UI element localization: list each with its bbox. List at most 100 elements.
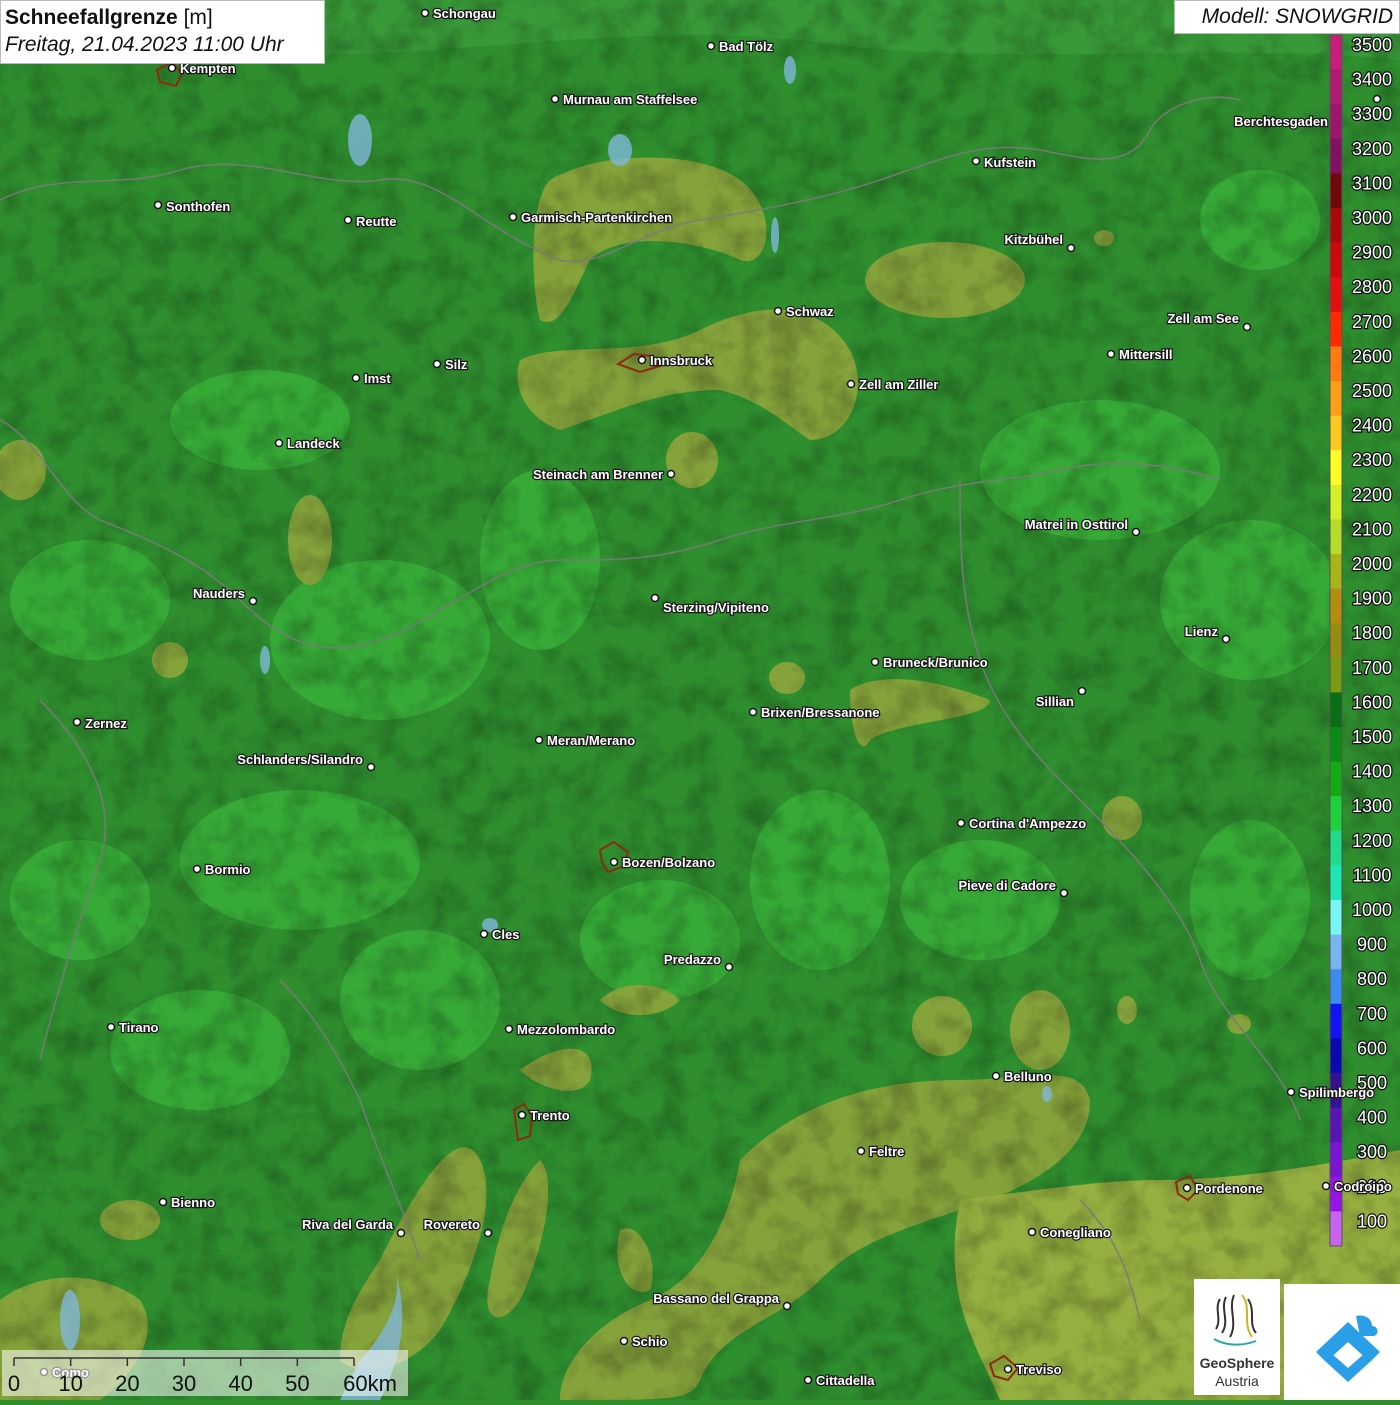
legend-label-800: 800: [1357, 969, 1387, 989]
city-label: Mittersill: [1119, 347, 1172, 362]
city-marker[interactable]: [1077, 686, 1087, 696]
city-marker[interactable]: [504, 1024, 514, 1034]
city-label: Bruneck/Brunico: [883, 655, 988, 670]
city-marker[interactable]: [351, 373, 361, 383]
legend-label-600: 600: [1357, 1038, 1387, 1058]
city-marker[interactable]: [724, 962, 734, 972]
geosphere-logo: GeoSphere Austria: [1194, 1279, 1280, 1395]
city-marker[interactable]: [870, 657, 880, 667]
city-label: Sonthofen: [166, 199, 230, 214]
city-label: Predazzo: [664, 952, 721, 967]
city-marker[interactable]: [517, 1110, 527, 1120]
city-marker[interactable]: [192, 864, 202, 874]
city-marker[interactable]: [396, 1228, 406, 1238]
city-marker[interactable]: [650, 593, 660, 603]
city-marker[interactable]: [782, 1301, 792, 1311]
city-label: Treviso: [1016, 1362, 1062, 1377]
city-label: Sterzing/Vipiteno: [663, 600, 769, 615]
city-marker[interactable]: [479, 929, 489, 939]
city-marker[interactable]: [619, 1336, 629, 1346]
city-marker[interactable]: [248, 596, 258, 606]
legend-swatch-2000: [1330, 554, 1342, 590]
city-label: Bozen/Bolzano: [622, 855, 715, 870]
city-marker[interactable]: [1242, 322, 1252, 332]
city-label: Meran/Merano: [547, 733, 635, 748]
city-marker[interactable]: [432, 359, 442, 369]
map-canvas[interactable]: 3500340033003200310030002900280027002600…: [0, 0, 1400, 1400]
city-marker[interactable]: [637, 355, 647, 365]
city-label: Cles: [492, 927, 519, 942]
city-label: Riva del Garda: [302, 1217, 394, 1232]
legend-swatch-900: [1330, 934, 1342, 970]
city-label: Schwaz: [786, 304, 834, 319]
city-label: Cortina d'Ampezzo: [969, 816, 1086, 831]
city-label: Sillian: [1036, 694, 1074, 709]
city-marker[interactable]: [1286, 1087, 1296, 1097]
city-marker[interactable]: [1003, 1364, 1013, 1374]
legend-label-2700: 2700: [1352, 312, 1392, 332]
legend-label-3300: 3300: [1352, 104, 1392, 124]
legend-swatch-3100: [1330, 173, 1342, 209]
city-marker[interactable]: [1106, 349, 1116, 359]
city-marker[interactable]: [846, 379, 856, 389]
city-marker[interactable]: [666, 469, 676, 479]
city-label: Zell am See: [1167, 311, 1239, 326]
city-marker[interactable]: [420, 8, 430, 18]
city-marker[interactable]: [1321, 1181, 1331, 1191]
city-marker[interactable]: [534, 735, 544, 745]
city-marker[interactable]: [1182, 1183, 1192, 1193]
city-marker[interactable]: [748, 707, 758, 717]
city-label: Schongau: [433, 6, 496, 21]
city-marker[interactable]: [153, 200, 163, 210]
scale-label: 30: [172, 1371, 196, 1396]
legend-label-2500: 2500: [1352, 381, 1392, 401]
city-label: Zernez: [85, 716, 127, 731]
city-marker[interactable]: [508, 212, 518, 222]
scale-label: 60km: [343, 1371, 397, 1396]
scale-bar: 0 10 20 30 40 50 60km: [2, 1350, 408, 1396]
city-marker[interactable]: [971, 156, 981, 166]
city-marker[interactable]: [803, 1375, 813, 1385]
city-marker[interactable]: [706, 41, 716, 51]
title-panel: Schneefallgrenze [m] Freitag, 21.04.2023…: [0, 0, 325, 64]
city-marker[interactable]: [343, 215, 353, 225]
city-marker[interactable]: [773, 306, 783, 316]
legend-swatch-2700: [1330, 311, 1342, 347]
city-marker[interactable]: [106, 1022, 116, 1032]
city-marker[interactable]: [158, 1197, 168, 1207]
city-label: Tirano: [119, 1020, 159, 1035]
app-logo-icon: [1316, 1315, 1380, 1382]
city-marker[interactable]: [991, 1071, 1001, 1081]
scale-label: 50: [285, 1371, 309, 1396]
city-marker[interactable]: [550, 94, 560, 104]
city-label: Pieve di Cadore: [958, 878, 1056, 893]
city-marker[interactable]: [856, 1146, 866, 1156]
city-marker[interactable]: [167, 63, 177, 73]
legend-swatch-2400: [1330, 415, 1342, 451]
legend-swatch-3000: [1330, 208, 1342, 244]
city-marker[interactable]: [1221, 634, 1231, 644]
city-marker[interactable]: [956, 818, 966, 828]
legend-swatch-1700: [1330, 657, 1342, 693]
city-marker[interactable]: [1131, 527, 1141, 537]
city-marker[interactable]: [1066, 243, 1076, 253]
legend-label-3400: 3400: [1352, 70, 1392, 90]
logo-name: GeoSphere: [1199, 1355, 1275, 1371]
city-marker[interactable]: [1059, 888, 1069, 898]
city-marker[interactable]: [1027, 1227, 1037, 1237]
city-marker[interactable]: [366, 762, 376, 772]
city-marker[interactable]: [483, 1228, 493, 1238]
legend-swatch-1100: [1330, 865, 1342, 901]
scale-label: 0: [8, 1371, 20, 1396]
legend-label-2200: 2200: [1352, 485, 1392, 505]
city-marker[interactable]: [72, 717, 82, 727]
city-label: Bienno: [171, 1195, 215, 1210]
legend-swatch-2500: [1330, 381, 1342, 417]
city-marker[interactable]: [609, 857, 619, 867]
city-marker[interactable]: [1372, 94, 1382, 104]
city-label: Conegliano: [1040, 1225, 1111, 1240]
geosphere-emblem-icon: [1213, 1294, 1257, 1346]
model-label: Modell: SNOWGRID: [1174, 0, 1400, 34]
city-marker[interactable]: [274, 438, 284, 448]
city-label: Brixen/Bressanone: [761, 705, 880, 720]
